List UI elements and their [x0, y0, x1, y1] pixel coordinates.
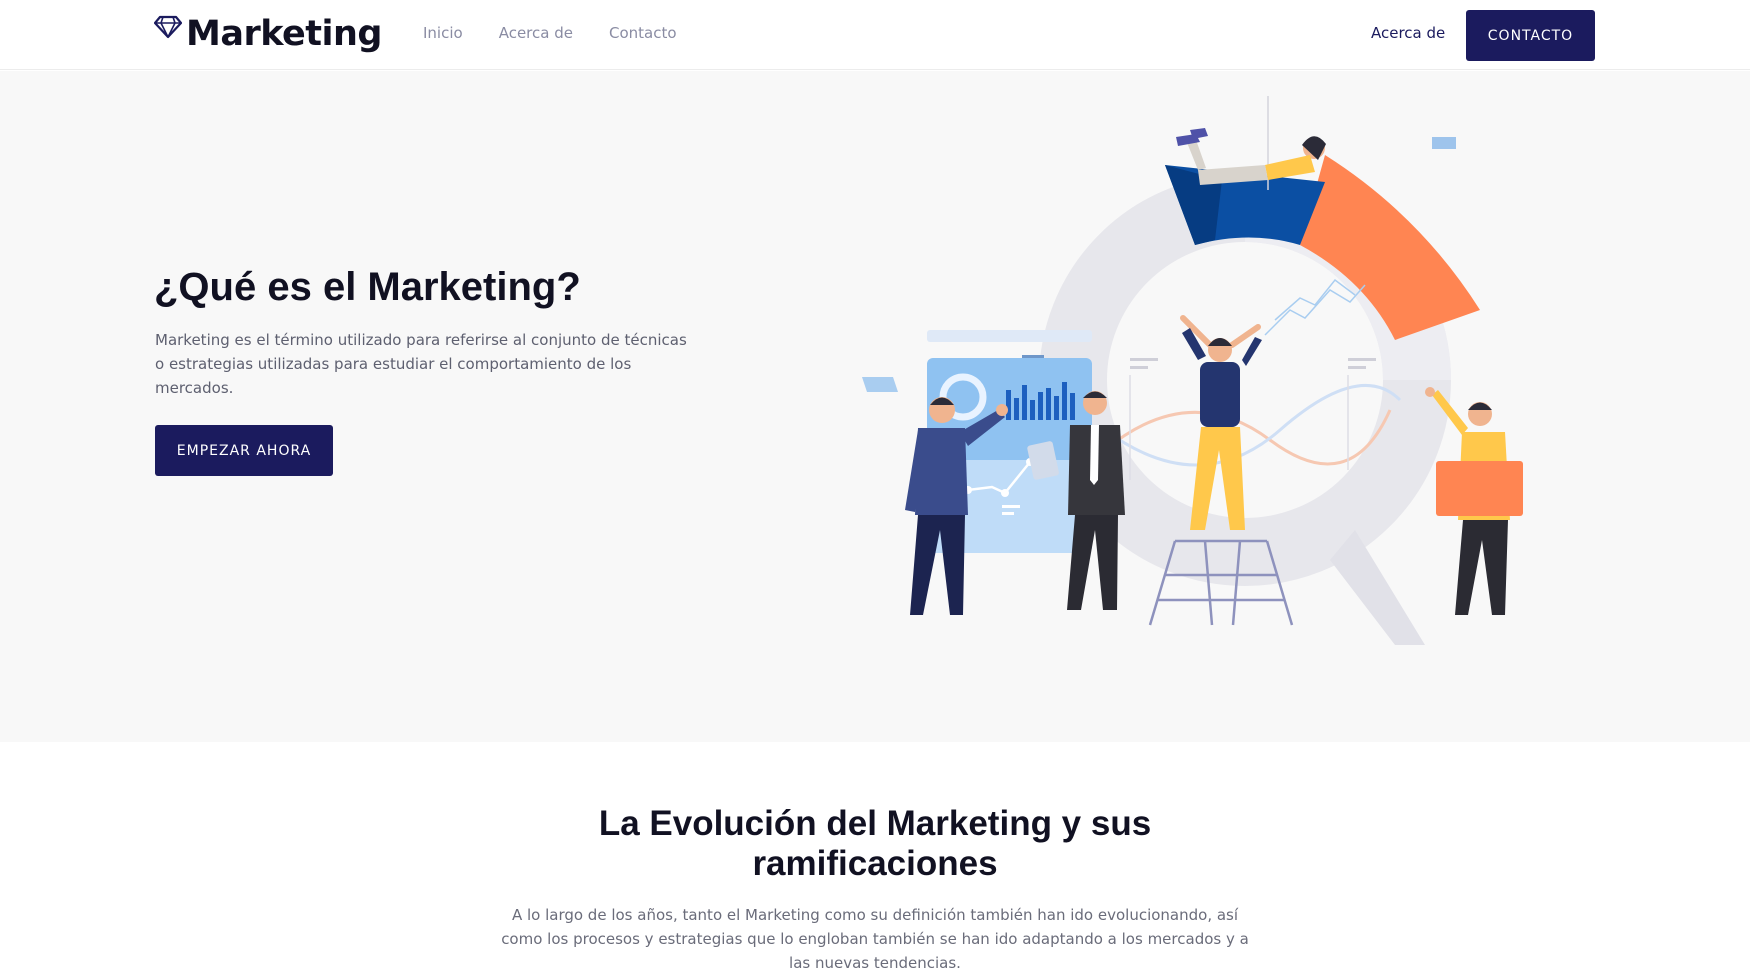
hero-title: ¿Qué es el Marketing?: [154, 265, 581, 309]
main-nav: Inicio Acerca de Contacto: [423, 24, 713, 42]
nav-link-acerca-de[interactable]: Acerca de: [499, 24, 573, 42]
hero-description: Marketing es el término utilizado para r…: [155, 331, 687, 397]
section-description: A lo largo de los años, tanto el Marketi…: [501, 906, 1249, 972]
brand-logo[interactable]: Marketing: [154, 12, 382, 56]
nav-link-contacto[interactable]: Contacto: [609, 24, 677, 42]
contacto-button[interactable]: CONTACTO: [1466, 10, 1595, 61]
brand-name: Marketing: [186, 14, 382, 54]
diamond-icon: [154, 15, 182, 39]
navbar: Marketing Inicio Acerca de Contacto Acer…: [0, 0, 1750, 70]
nav-link-inicio[interactable]: Inicio: [423, 24, 463, 42]
section-title: La Evolución del Marketing y sus ramific…: [598, 804, 1152, 883]
nav-right-link-acerca-de[interactable]: Acerca de: [1371, 24, 1445, 42]
hero-section: ¿Qué es el Marketing? Marketing es el té…: [0, 71, 1750, 742]
empezar-ahora-button[interactable]: EMPEZAR AHORA: [155, 425, 333, 476]
evolution-section: La Evolución del Marketing y sus ramific…: [0, 742, 1750, 972]
marketing-team-illustration: [862, 96, 1523, 645]
